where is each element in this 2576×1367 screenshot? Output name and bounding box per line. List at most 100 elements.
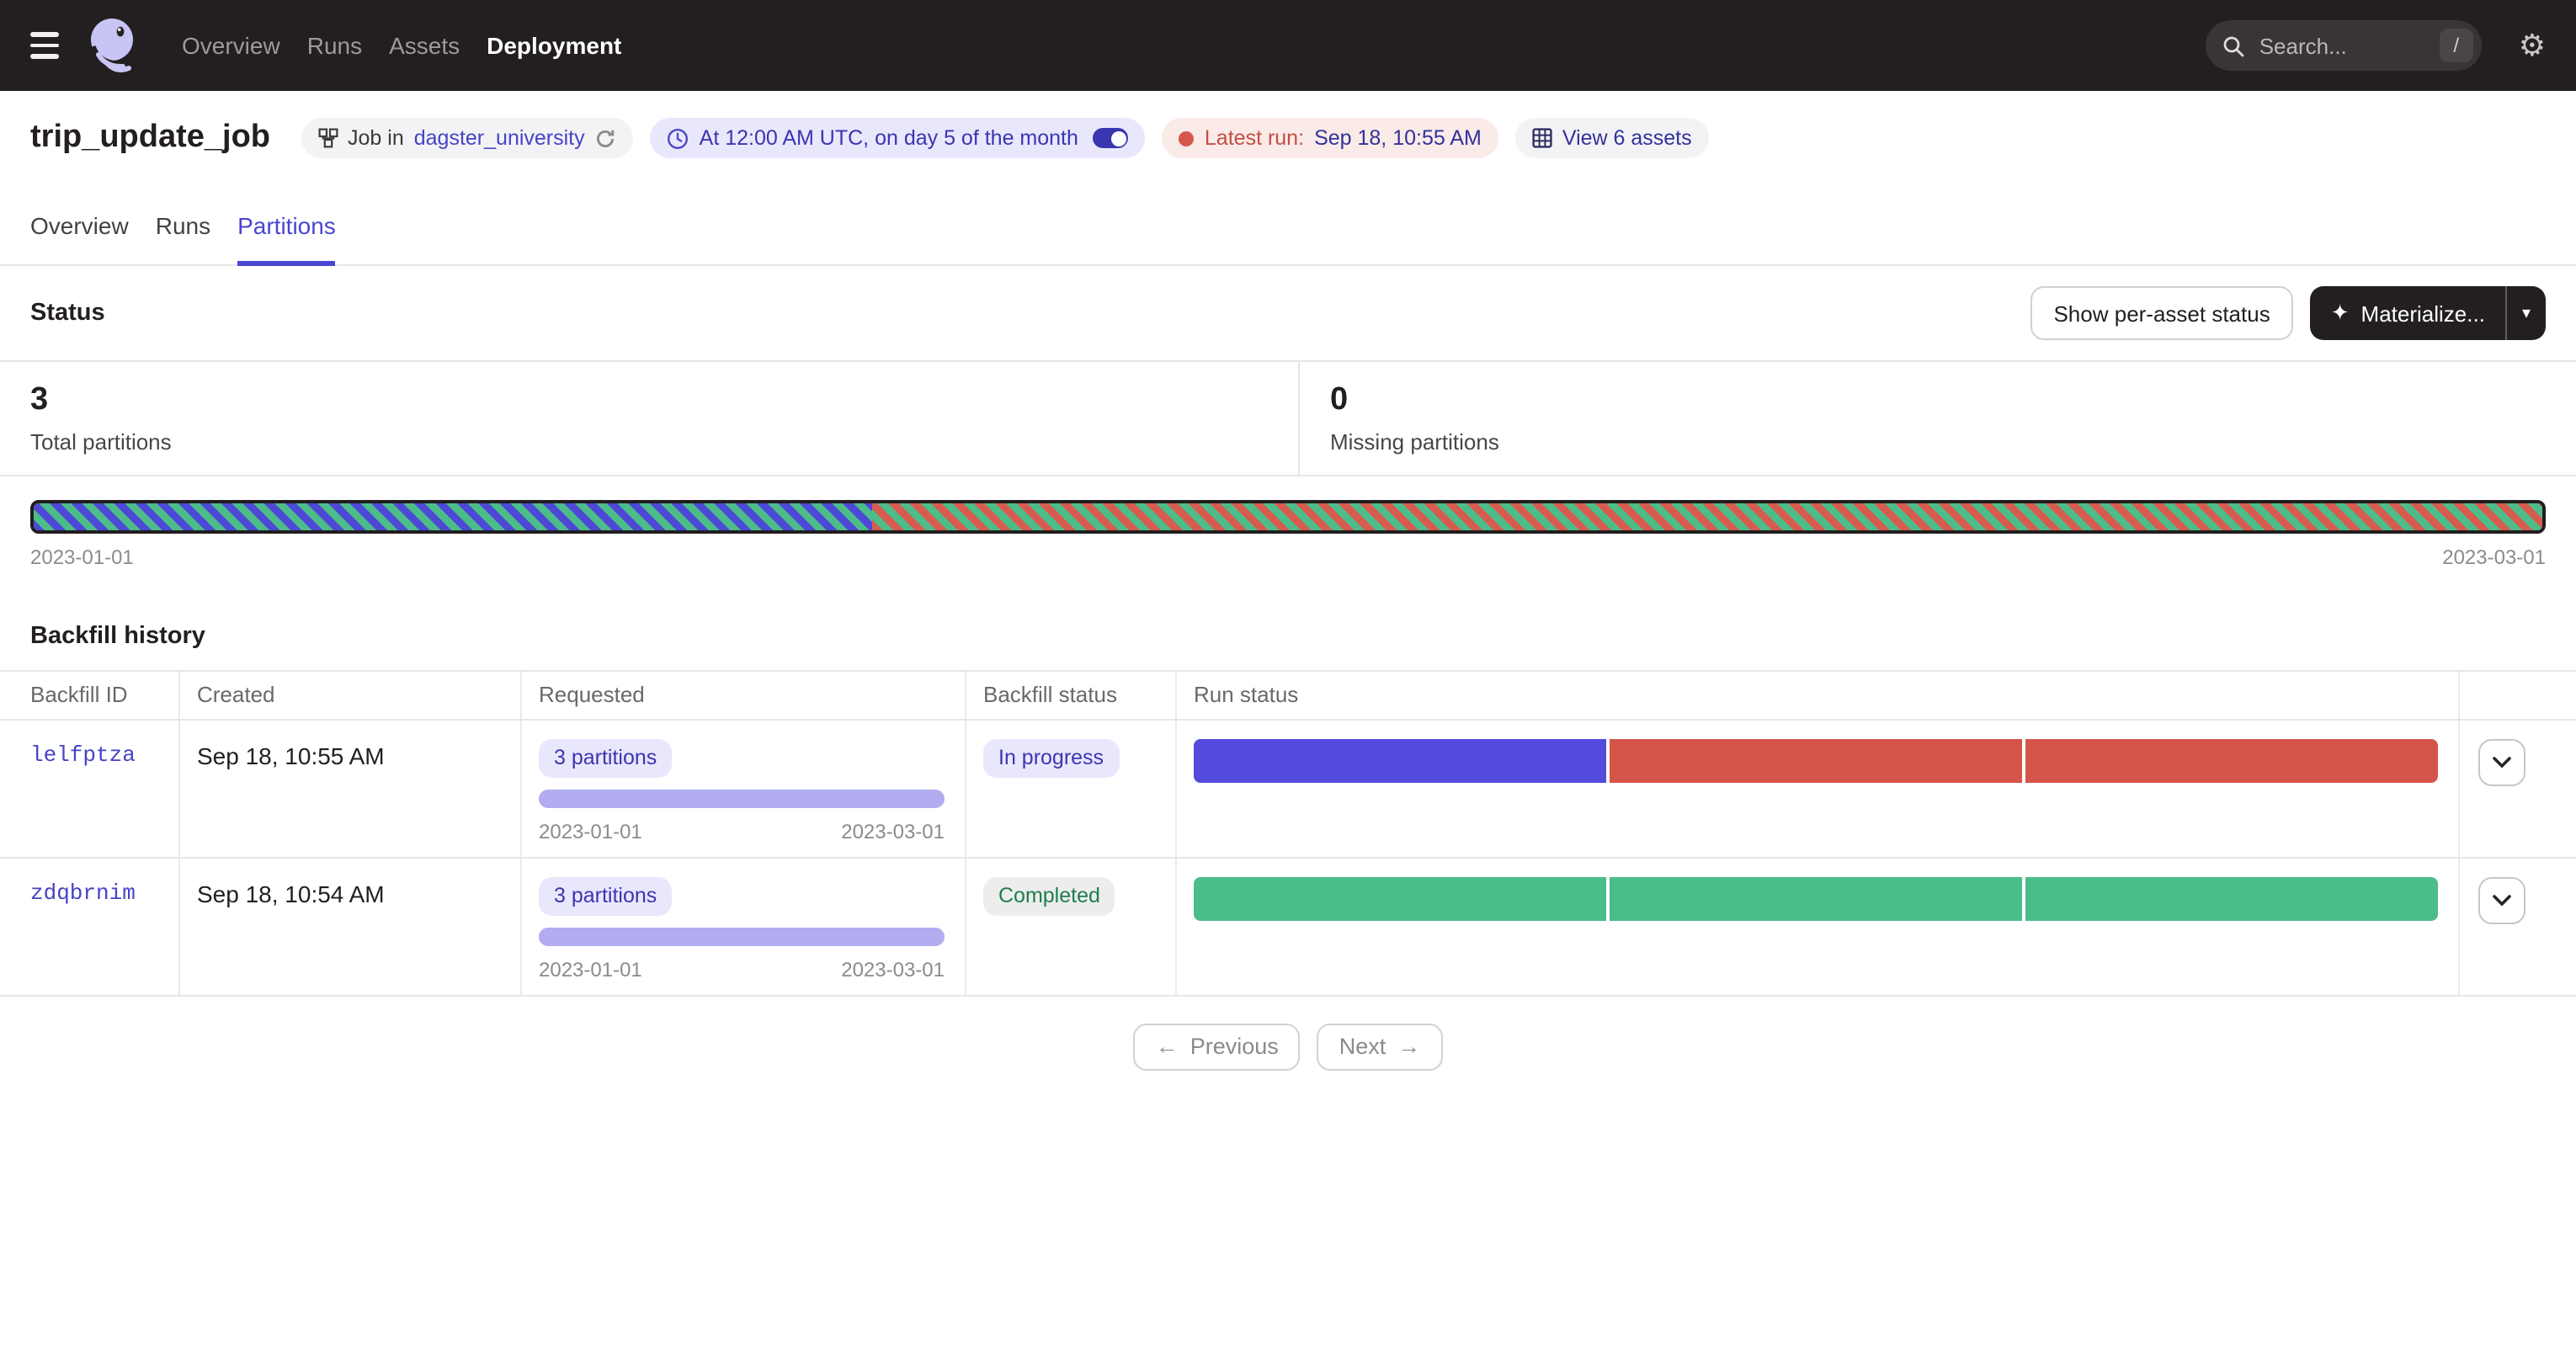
run-status-bar[interactable]	[1194, 877, 2438, 921]
settings-gear-icon[interactable]: ⚙	[2519, 30, 2546, 61]
backfill-id-link[interactable]: lelfptza	[30, 739, 136, 768]
created-timestamp: Sep 18, 10:54 AM	[197, 877, 385, 907]
reload-icon[interactable]	[595, 127, 617, 149]
backfill-section-header: Backfill history	[0, 589, 2576, 670]
table-header-row: Backfill ID Created Requested Backfill s…	[0, 672, 2576, 721]
stat-total-partitions: 3 Total partitions	[0, 362, 1300, 475]
search-input[interactable]	[2256, 31, 2428, 60]
repo-link[interactable]: dagster_university	[414, 126, 585, 150]
next-label: Next	[1339, 1035, 1386, 1060]
run-status-segment-success	[1610, 877, 2023, 921]
arrow-right-icon: →	[1397, 1035, 1420, 1060]
range-start-date: 2023-01-01	[539, 958, 642, 981]
table-row: zdqbrnim Sep 18, 10:54 AM 3 partitions 2…	[0, 859, 2576, 997]
run-status-bar[interactable]	[1194, 739, 2438, 783]
grid-icon	[1532, 128, 1552, 148]
partition-start-date: 2023-01-01	[30, 545, 134, 569]
backfill-status-badge: Completed	[983, 877, 1115, 916]
sparkle-icon: ✦	[2331, 300, 2350, 327]
nav-item-runs[interactable]: Runs	[307, 32, 362, 59]
caret-down-icon: ▾	[2522, 304, 2531, 322]
schedule-toggle[interactable]	[1094, 128, 1129, 148]
run-status-segment-failure	[2025, 739, 2438, 783]
status-actions: Show per-asset status ✦ Materialize... ▾	[2030, 286, 2546, 340]
job-chip-prefix: Job in	[348, 126, 404, 150]
range-start-date: 2023-01-01	[539, 820, 642, 843]
view-assets-chip[interactable]: View 6 assets	[1515, 118, 1709, 158]
range-end-date: 2023-03-01	[841, 820, 945, 843]
requested-partitions-chip[interactable]: 3 partitions	[539, 739, 672, 778]
partition-overview: 2023-01-01 2023-03-01	[0, 476, 2576, 589]
search-box[interactable]: /	[2206, 20, 2482, 71]
run-status-segment-failure	[1610, 739, 2023, 783]
clock-icon	[668, 127, 689, 149]
backfill-table: Backfill ID Created Requested Backfill s…	[0, 670, 2576, 997]
partition-bar-segment-red-green	[871, 503, 2542, 530]
stat-missing-partitions: 0 Missing partitions	[1300, 362, 1530, 475]
previous-page-button[interactable]: ← Previous	[1134, 1024, 1301, 1071]
job-tabs: Overview Runs Partitions	[0, 178, 2576, 266]
missing-partitions-label: Missing partitions	[1330, 429, 1499, 455]
expand-row-button[interactable]	[2478, 877, 2525, 924]
latest-run-chip[interactable]: Latest run: Sep 18, 10:55 AM	[1163, 118, 1498, 158]
nav-item-deployment[interactable]: Deployment	[487, 32, 621, 59]
materialize-dropdown-button[interactable]: ▾	[2505, 286, 2546, 340]
col-header-run-status: Run status	[1177, 672, 2460, 719]
chevron-down-icon	[2492, 756, 2512, 769]
latest-run-time: Sep 18, 10:55 AM	[1314, 126, 1482, 150]
status-heading: Status	[30, 300, 105, 327]
nav-right: / ⚙	[2206, 20, 2546, 71]
backfill-status-badge: In progress	[983, 739, 1119, 778]
next-page-button[interactable]: Next →	[1317, 1024, 1443, 1071]
view-assets-label: View 6 assets	[1562, 126, 1692, 150]
job-header: trip_update_job Job in dagster_universit…	[0, 91, 2576, 178]
materialize-label: Materialize...	[2361, 301, 2485, 326]
nav-item-overview[interactable]: Overview	[182, 32, 280, 59]
job-graph-icon	[317, 128, 338, 148]
total-partitions-value: 3	[30, 382, 1268, 421]
partition-stats: 3 Total partitions 0 Missing partitions	[0, 360, 2576, 476]
nav-links: Overview Runs Assets Deployment	[182, 32, 621, 59]
table-row: lelfptza Sep 18, 10:55 AM 3 partitions 2…	[0, 721, 2576, 859]
requested-range-bar	[539, 790, 945, 808]
range-end-date: 2023-03-01	[841, 958, 945, 981]
page-title: trip_update_job	[30, 120, 270, 157]
backfill-history-heading: Backfill history	[30, 623, 2546, 650]
nav-item-assets[interactable]: Assets	[389, 32, 460, 59]
missing-partitions-value: 0	[1330, 382, 1499, 421]
requested-partitions-chip[interactable]: 3 partitions	[539, 877, 672, 916]
created-timestamp: Sep 18, 10:55 AM	[197, 739, 385, 769]
run-status-segment-success	[1194, 877, 1607, 921]
col-header-backfill-id: Backfill ID	[0, 672, 180, 719]
backfill-id-link[interactable]: zdqbrnim	[30, 877, 136, 906]
show-per-asset-status-button[interactable]: Show per-asset status	[2030, 286, 2293, 340]
partition-status-bar[interactable]	[30, 500, 2546, 534]
tab-runs[interactable]: Runs	[156, 212, 210, 266]
search-icon	[2222, 35, 2244, 56]
col-header-backfill-status: Backfill status	[966, 672, 1177, 719]
menu-icon[interactable]	[30, 26, 59, 65]
search-shortcut-badge: /	[2440, 29, 2473, 62]
requested-range-dates: 2023-01-01 2023-03-01	[539, 820, 945, 843]
dagster-logo-icon[interactable]	[84, 15, 145, 76]
col-header-created: Created	[180, 672, 522, 719]
materialize-button-group: ✦ Materialize... ▾	[2311, 286, 2546, 340]
tab-partitions[interactable]: Partitions	[237, 212, 336, 266]
app-window: Overview Runs Assets Deployment / ⚙ trip…	[0, 0, 2576, 1367]
arrow-left-icon: ←	[1156, 1035, 1179, 1060]
expand-row-button[interactable]	[2478, 739, 2525, 786]
latest-run-label: Latest run:	[1205, 126, 1304, 150]
run-status-segment-in-progress	[1194, 739, 1607, 783]
total-partitions-label: Total partitions	[30, 429, 1268, 455]
col-header-requested: Requested	[522, 672, 966, 719]
partition-bar-segment-blue-green	[34, 503, 871, 530]
col-header-actions	[2460, 672, 2576, 719]
tab-overview[interactable]: Overview	[30, 212, 129, 266]
partition-end-date: 2023-03-01	[2442, 545, 2546, 569]
schedule-chip[interactable]: At 12:00 AM UTC, on day 5 of the month	[651, 118, 1146, 158]
job-location-chip[interactable]: Job in dagster_university	[301, 118, 634, 158]
materialize-button[interactable]: ✦ Materialize...	[2311, 286, 2505, 340]
run-status-segment-success	[2025, 877, 2438, 921]
top-nav: Overview Runs Assets Deployment / ⚙	[0, 0, 2576, 91]
previous-label: Previous	[1190, 1035, 1279, 1060]
